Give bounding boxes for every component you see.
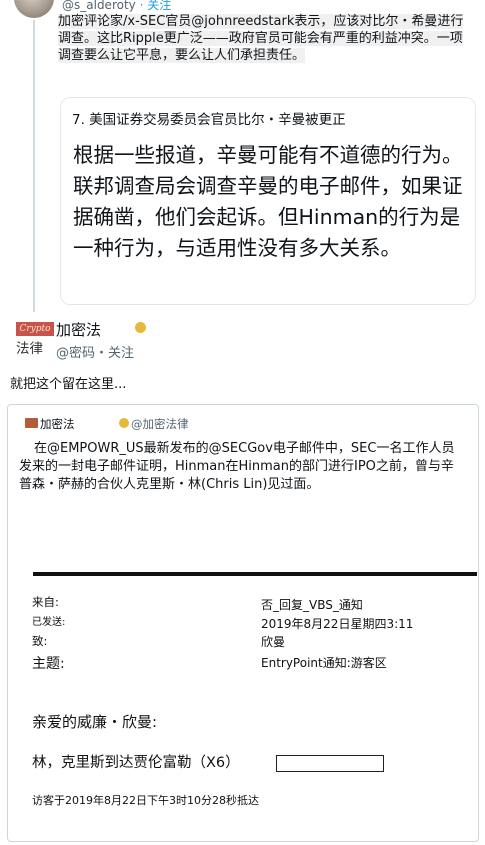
crypto-law-logo[interactable]: Crypto: [16, 322, 54, 336]
quoted-tweet-body: 根据一些报道，辛曼可能有不道德的行为。联邦调查局会调查辛曼的电子邮件，如果证据确…: [73, 143, 463, 260]
thread-line: [33, 20, 35, 312]
email-subject-value: 否_回复_VBS_通知: [261, 598, 363, 612]
redaction-box: [276, 755, 384, 772]
author-logo-icon: [25, 418, 38, 428]
email-sent-label: 已发送:: [32, 617, 66, 628]
email-date-value: 2019年8月22日星期四3:11: [261, 617, 414, 631]
tweet-handle[interactable]: @s_alderoty · 关注: [62, 0, 171, 13]
avatar[interactable]: [14, 0, 54, 18]
tweet-text: 就把这个留在这里...: [10, 377, 127, 392]
embed-tweet-paragraph: 在@EMPOWR_US最新发布的@SECGov电子邮件中，SEC一名工作人员发来…: [19, 441, 455, 492]
logo-caption: 法律: [16, 341, 43, 357]
email-from-label: 来自:: [32, 595, 59, 609]
author-handle[interactable]: @密码・关注: [56, 342, 134, 361]
quoted-tweet-title: 7. 美国证券交易委员会官员比尔・辛曼被更正: [72, 112, 346, 128]
embed-author-name: 加密法: [40, 417, 75, 431]
email-entrypoint-value: EntryPoint通知:游客区: [261, 656, 387, 670]
email-subject-label: 主题:: [32, 656, 65, 672]
embed-tweet-text: 在@EMPOWR_US最新发布的@SECGov电子邮件中，SEC一名工作人员发来…: [19, 440, 459, 494]
tweet-text: 加密评论家/x-SEC官员@johnreedstark表示，应该对比尔・希曼进行…: [58, 13, 466, 64]
follow-link[interactable]: · 关注: [140, 0, 172, 12]
email-header-rule: [33, 572, 477, 576]
email-visitor-line: 访客于2019年8月22日下午3时10分28秒抵达: [32, 794, 259, 807]
email-arrival-line: 林，克里斯到达贾伦富勒（X6）: [32, 755, 240, 771]
author-name[interactable]: 加密法: [56, 319, 101, 340]
email-to-value: 欣曼: [261, 635, 286, 649]
handle-text[interactable]: @s_alderoty: [62, 0, 136, 12]
verified-badge-icon: [135, 322, 146, 333]
email-to-label: 致:: [32, 634, 48, 648]
verified-badge-icon: [119, 418, 129, 428]
email-greeting: 亲爱的威廉・欣曼:: [32, 713, 158, 731]
tweet-text-body: 加密评论家/x-SEC官员@johnreedstark表示，应该对比尔・希曼进行…: [58, 14, 464, 63]
embed-author-handle: @加密法律: [131, 417, 189, 431]
